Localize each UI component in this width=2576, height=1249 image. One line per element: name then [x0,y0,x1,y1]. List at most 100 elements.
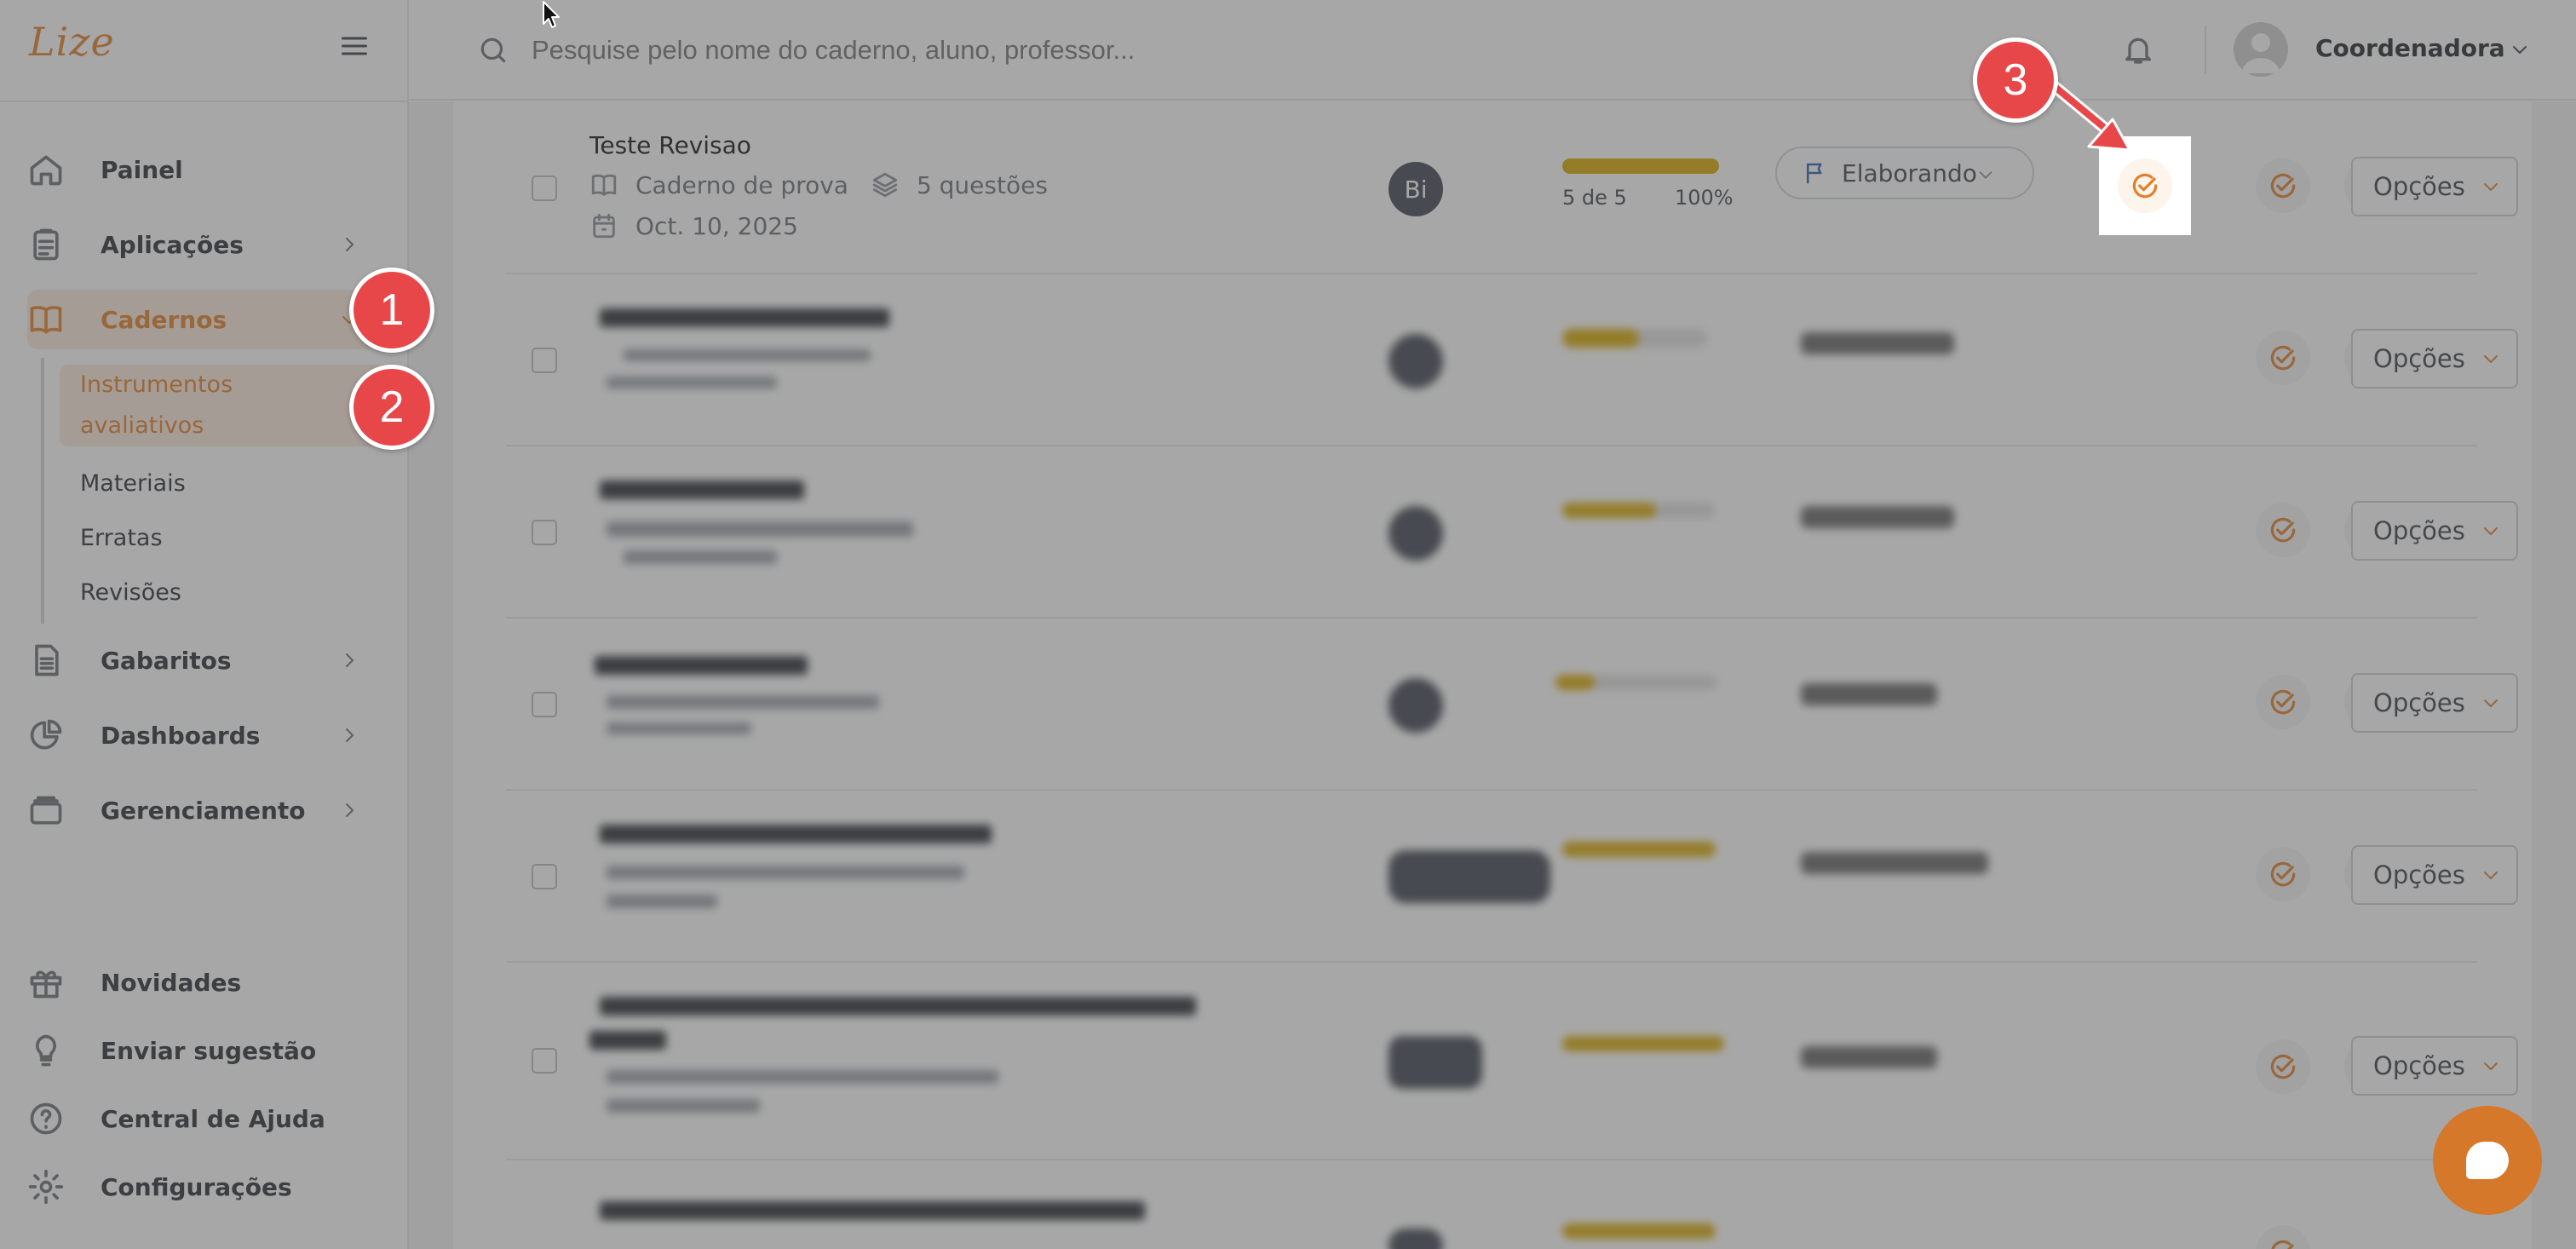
chevron-down-icon[interactable] [2510,39,2530,60]
folder-icon [30,796,62,825]
row-checkbox[interactable] [532,1048,557,1073]
sidebar-subitem-materiais[interactable]: Materiais [80,463,186,504]
approve-button[interactable] [2256,1039,2310,1094]
sidebar-item-gerenciamento[interactable]: Gerenciamento [27,780,394,840]
options-label: Opções [2373,172,2465,201]
notification-bell-icon[interactable] [2121,32,2155,66]
clipboard-icon [33,228,59,261]
table-row: Opções [506,963,2518,1160]
check-circle-icon [2271,1240,2294,1249]
options-dropdown[interactable]: Opções [2351,329,2518,389]
approve-button[interactable] [2256,847,2310,901]
sidebar-item-aplicacoes[interactable]: Aplicações [27,215,394,274]
sidebar-item-label: Gabaritos [101,646,232,675]
blurred-progress [1562,329,1707,348]
sidebar-item-enviar-sugestao[interactable]: Enviar sugestão [27,1021,394,1080]
avatar[interactable] [2234,22,2288,77]
document-icon [35,644,59,676]
sidebar-subitem-erratas[interactable]: Erratas [80,518,163,559]
logo[interactable]: Lize [29,19,115,65]
blurred-row-text [589,1193,1186,1227]
blurred-row-text [589,816,1032,910]
book-icon [30,306,62,334]
chevron-right-icon [346,803,354,817]
status-label: Elaborando [1842,158,1977,187]
blurred-progress [1562,503,1716,518]
subitem-label: avaliativos [80,412,204,439]
sidebar-item-painel[interactable]: Painel [27,140,394,199]
sidebar-item-dashboards[interactable]: Dashboards [27,705,394,765]
notebook-title[interactable]: Teste Revisao [589,131,751,159]
gear-icon [28,1169,64,1205]
blurred-badge [1389,334,1443,389]
sidebar-item-label: Aplicações [101,230,244,259]
progress-fill [1562,158,1719,174]
blurred-status [1801,506,1954,528]
chevron-right-icon [346,653,354,667]
approve-button-highlight[interactable] [2118,158,2172,213]
help-icon [30,1102,62,1135]
pie-chart-icon [30,719,62,750]
blurred-badge [1389,1036,1482,1089]
subnav-line [41,358,44,624]
sidebar-item-label: Gerenciamento [101,796,306,825]
search-input[interactable] [532,29,1554,72]
row-checkbox[interactable] [532,176,557,201]
notebook-meta: Caderno de prova 5 questões [589,170,1048,199]
check-circle-icon [2270,517,2296,543]
options-dropdown[interactable]: Opções [2351,845,2518,905]
approve-button[interactable] [2256,331,2310,385]
menu-toggle-icon[interactable] [339,31,370,61]
row-checkbox[interactable] [532,348,557,373]
sidebar-item-label: Painel [101,155,183,184]
sidebar-item-novidades[interactable]: Novidades [27,953,394,1012]
highlighted-approve-button [2099,136,2191,235]
sidebar-subitem-revisoes[interactable]: Revisões [80,573,181,613]
notebook-date-wrap: Oct. 10, 2025 [589,211,798,240]
options-dropdown[interactable]: Opções [2351,1036,2518,1096]
options-label: Opções [2373,860,2465,889]
mouse-cursor-icon [543,1,560,28]
chat-button[interactable] [2433,1106,2542,1215]
row-checkbox[interactable] [532,692,557,717]
sidebar-item-cadernos[interactable]: Cadernos [27,290,394,349]
row-checkbox[interactable] [532,520,557,545]
table-row: Opções [506,619,2518,791]
check-circle-icon [2270,1054,2296,1079]
sidebar-item-label: Novidades [101,968,242,997]
sidebar-item-label: Cadernos [101,305,227,334]
blurred-row-text [589,300,947,394]
chevron-down-icon [2483,183,2498,191]
approve-button[interactable] [2256,1225,2310,1249]
user-name[interactable]: Coordenadora [2315,34,2505,62]
sidebar-divider [0,101,409,102]
table-row: Opções [506,791,2518,963]
sidebar-item-label: Configurações [101,1172,292,1201]
blurred-progress [1555,675,1717,690]
options-label: Opções [2373,516,2465,545]
options-dropdown[interactable]: Opções [2351,673,2518,733]
table-row [506,1160,2477,1249]
approve-button[interactable] [2256,158,2310,213]
options-dropdown[interactable]: Opções [2351,501,2518,561]
approve-button[interactable] [2256,675,2310,729]
options-dropdown[interactable]: Opções [2351,157,2518,216]
sidebar-subitem-instrumentos-avaliativos[interactable]: Instrumentos avaliativos [60,365,383,446]
blurred-status [1801,1046,1937,1068]
check-circle-icon [2132,173,2158,199]
row-checkbox[interactable] [532,864,557,889]
sidebar-item-gabaritos[interactable]: Gabaritos [27,630,394,690]
chevron-down-icon [1979,171,1992,179]
calendar-icon [593,213,615,239]
book-icon [591,174,617,196]
progress-percent: 100% [1675,186,1734,210]
blurred-badge [1389,506,1443,561]
sidebar-item-central-de-ajuda[interactable]: Central de Ajuda [27,1089,394,1148]
author-badge: Bi [1389,162,1443,216]
chevron-down-icon [2483,872,2498,879]
blurred-row-text [589,644,947,738]
sidebar-item-configuracoes[interactable]: Configurações [27,1157,394,1217]
status-dropdown[interactable]: Elaborando [1775,147,2034,199]
approve-button[interactable] [2256,503,2310,557]
blurred-badge [1389,678,1443,733]
